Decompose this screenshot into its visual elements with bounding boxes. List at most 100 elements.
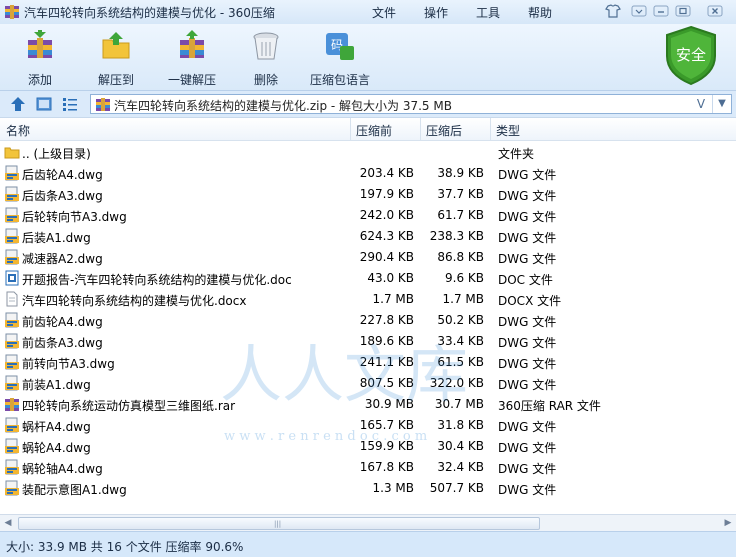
file-list-header: 名称 压缩前 压缩后 类型: [0, 118, 736, 141]
file-packed-size: 30.4 KB: [437, 439, 484, 453]
column-divider[interactable]: [350, 118, 351, 140]
column-name[interactable]: 名称: [6, 122, 30, 139]
menu-tools[interactable]: 工具: [476, 4, 500, 21]
file-type: DWG 文件: [498, 210, 557, 224]
address-field[interactable]: 汽车四轮转向系统结构的建模与优化.zip - 解包大小为 37.5 MB V ▼: [90, 94, 732, 114]
file-size: 167.8 KB: [359, 460, 414, 474]
file-list: 名称 压缩前 压缩后 类型 .. (上级目录) 文件夹 后齿轮A4.dwg 203.4…: [0, 117, 736, 515]
file-row[interactable]: 开题报告-汽车四轮转向系统结构的建模与优化.doc 43.0 KB 9.6 KB DO…: [0, 268, 736, 289]
up-arrow-icon[interactable]: [10, 96, 26, 112]
file-packed-size: 1.7 MB: [442, 292, 484, 306]
menu-operate[interactable]: 操作: [424, 4, 448, 21]
file-row[interactable]: .. (上级目录) 文件夹: [0, 142, 736, 163]
file-row[interactable]: 前齿轮A4.dwg 227.8 KB 50.2 KB DWG 文件: [0, 310, 736, 331]
dwg-file-icon: [5, 333, 19, 349]
file-packed-size: 32.4 KB: [437, 460, 484, 474]
scroll-left-icon[interactable]: ◀: [0, 515, 16, 531]
scrollbar-grip-icon: |||: [274, 520, 282, 528]
file-size: 1.7 MB: [372, 292, 414, 306]
menu-file[interactable]: 文件: [372, 4, 396, 21]
file-size: 165.7 KB: [359, 418, 414, 432]
delete-button[interactable]: 删除: [236, 26, 296, 88]
file-type: 360压缩 RAR 文件: [498, 399, 601, 413]
view-list-icon[interactable]: [62, 96, 78, 112]
dwg-file-icon: [5, 165, 19, 181]
docx-file-icon: [6, 291, 18, 307]
dwg-file-icon: [5, 354, 19, 370]
file-type: DWG 文件: [498, 336, 557, 350]
status-text: 大小: 33.9 MB 共 16 个文件 压缩率 90.6%: [6, 540, 244, 554]
horizontal-scrollbar[interactable]: ◀ ||| ▶: [0, 514, 736, 531]
file-name: 装配示意图A1.dwg: [22, 483, 127, 497]
extract-to-icon: [102, 32, 130, 59]
address-history-dropdown[interactable]: V: [693, 95, 709, 113]
close-icon[interactable]: [706, 3, 724, 19]
file-row[interactable]: 四轮转向系统运动仿真模型三维图纸.rar 30.9 MB 30.7 MB 360压缩 …: [0, 394, 736, 415]
menu-help[interactable]: 帮助: [528, 4, 552, 21]
main-toolbar: 添加 解压到 一键解压 删除 码 压缩包语言 安全: [0, 24, 736, 90]
column-type[interactable]: 类型: [496, 122, 520, 139]
archive-language-icon: 码: [326, 33, 354, 60]
file-row[interactable]: 减速器A2.dwg 290.4 KB 86.8 KB DWG 文件: [0, 247, 736, 268]
dwg-file-icon: [5, 375, 19, 391]
file-name: 后装A1.dwg: [22, 231, 91, 245]
column-divider[interactable]: [420, 118, 421, 140]
file-row[interactable]: 汽车四轮转向系统结构的建模与优化.docx 1.7 MB 1.7 MB DOCX 文件: [0, 289, 736, 310]
dwg-file-icon: [5, 249, 19, 265]
column-divider[interactable]: [490, 118, 491, 140]
delete-trash-icon: [253, 32, 279, 60]
extract-to-button-label: 解压到: [97, 73, 134, 87]
file-row[interactable]: 后轮转向节A3.dwg 242.0 KB 61.7 KB DWG 文件: [0, 205, 736, 226]
file-name: 蜗杆A4.dwg: [22, 420, 91, 434]
folder-icon: [4, 147, 20, 159]
one-click-extract-button[interactable]: 一键解压: [162, 26, 222, 88]
view-icons-icon[interactable]: [36, 96, 52, 112]
file-row[interactable]: 后装A1.dwg 624.3 KB 238.3 KB DWG 文件: [0, 226, 736, 247]
file-row[interactable]: 前装A1.dwg 807.5 KB 322.0 KB DWG 文件: [0, 373, 736, 394]
archive-language-button[interactable]: 码 压缩包语言: [310, 26, 370, 88]
file-packed-size: 33.4 KB: [437, 334, 484, 348]
maximize-icon[interactable]: [674, 3, 692, 19]
file-row[interactable]: 蜗轮A4.dwg 159.9 KB 30.4 KB DWG 文件: [0, 436, 736, 457]
skin-shirt-icon[interactable]: [604, 3, 622, 19]
scroll-right-icon[interactable]: ▶: [720, 515, 736, 531]
file-row[interactable]: 前齿条A3.dwg 189.6 KB 33.4 KB DWG 文件: [0, 331, 736, 352]
file-size: 290.4 KB: [359, 250, 414, 264]
security-shield-icon[interactable]: 安全: [662, 24, 720, 86]
file-packed-size: 9.6 KB: [445, 271, 484, 285]
column-size[interactable]: 压缩前: [356, 122, 392, 139]
file-row[interactable]: 蜗杆A4.dwg 165.7 KB 31.8 KB DWG 文件: [0, 415, 736, 436]
file-size: 1.3 MB: [372, 481, 414, 495]
file-name: .. (上级目录): [22, 147, 91, 161]
file-row[interactable]: 装配示意图A1.dwg 1.3 MB 507.7 KB DWG 文件: [0, 478, 736, 499]
address-path: 汽车四轮转向系统结构的建模与优化.zip - 解包大小为 37.5 MB: [114, 99, 452, 113]
file-name: 汽车四轮转向系统结构的建模与优化.docx: [22, 294, 247, 308]
app-logo-icon: [5, 5, 19, 19]
add-button[interactable]: 添加: [10, 26, 70, 88]
dwg-file-icon: [5, 186, 19, 202]
file-size: 203.4 KB: [359, 166, 414, 180]
file-type: DWG 文件: [498, 462, 557, 476]
scrollbar-thumb[interactable]: |||: [18, 517, 540, 530]
extract-to-button[interactable]: 解压到: [86, 26, 146, 88]
one-click-extract-button-label: 一键解压: [167, 73, 216, 87]
file-type: DOCX 文件: [498, 294, 562, 308]
file-row[interactable]: 前转向节A3.dwg 241.1 KB 61.5 KB DWG 文件: [0, 352, 736, 373]
chevron-down-icon[interactable]: ▼: [712, 95, 731, 113]
address-bar: 汽车四轮转向系统结构的建模与优化.zip - 解包大小为 37.5 MB V ▼: [0, 90, 736, 117]
file-packed-size: 31.8 KB: [437, 418, 484, 432]
file-row[interactable]: 后齿条A3.dwg 197.9 KB 37.7 KB DWG 文件: [0, 184, 736, 205]
file-name: 前装A1.dwg: [22, 378, 91, 392]
file-name: 蜗轮A4.dwg: [22, 441, 91, 455]
menu-dropdown-icon[interactable]: [630, 3, 648, 19]
file-size: 189.6 KB: [359, 334, 414, 348]
file-row[interactable]: 后齿轮A4.dwg 203.4 KB 38.9 KB DWG 文件: [0, 163, 736, 184]
app-window: 汽车四轮转向系统结构的建模与优化 - 360压缩 文件 操作 工具 帮助 添加 …: [0, 0, 736, 557]
minimize-icon[interactable]: [652, 3, 670, 19]
file-row[interactable]: 蜗轮轴A4.dwg 167.8 KB 32.4 KB DWG 文件: [0, 457, 736, 478]
file-packed-size: 30.7 MB: [434, 397, 484, 411]
dwg-file-icon: [5, 417, 19, 433]
file-name: 蜗轮轴A4.dwg: [22, 462, 103, 476]
column-packed[interactable]: 压缩后: [426, 122, 462, 139]
file-name: 四轮转向系统运动仿真模型三维图纸.rar: [22, 399, 236, 413]
